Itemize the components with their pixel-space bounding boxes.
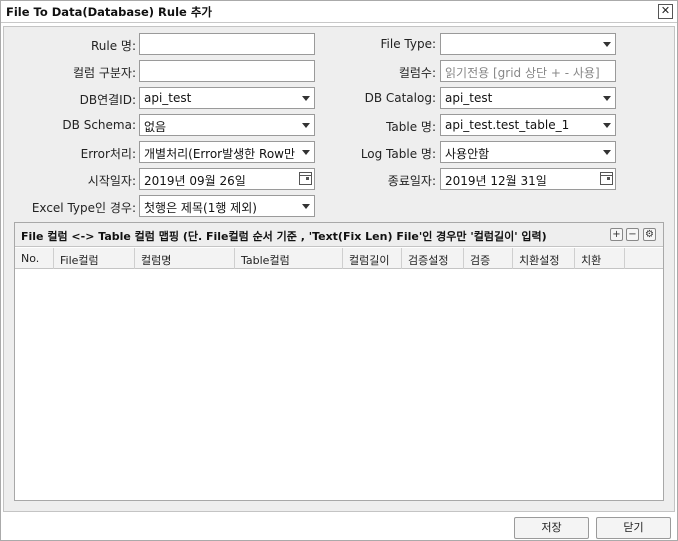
- end-date-label: 종료일자:: [387, 174, 436, 188]
- close-icon[interactable]: ✕: [658, 4, 673, 19]
- chevron-down-icon[interactable]: [599, 142, 615, 162]
- db-schema-label: DB Schema:: [62, 118, 136, 132]
- start-date-value: 2019년 09월 26일: [144, 174, 246, 188]
- excel-type-label: Excel Type인 경우:: [31, 201, 136, 215]
- db-connection-select[interactable]: api_test: [139, 87, 315, 109]
- dialog-body: Rule 명: 컬럼 구분자: DB연결ID: api_test DB Sche…: [3, 26, 675, 512]
- log-table-value: 사용안함: [445, 147, 490, 161]
- column-header-file-column[interactable]: File컬럼: [54, 248, 135, 269]
- column-count-label: 컬럼수:: [398, 66, 436, 80]
- log-table-select[interactable]: 사용안함: [440, 141, 616, 163]
- column-header-replace[interactable]: 치환: [575, 248, 625, 269]
- column-header-column-name[interactable]: 컬럼명: [135, 248, 235, 269]
- db-catalog-label: DB Catalog:: [364, 91, 436, 105]
- column-delimiter-input[interactable]: [139, 60, 315, 82]
- rule-name-input[interactable]: [139, 33, 315, 55]
- table-name-value: api_test.test_table_1: [445, 118, 570, 132]
- error-handling-select[interactable]: 개별처리(Error발생한 Row만 S: [139, 141, 315, 163]
- excel-type-value: 첫행은 제목(1행 제외): [144, 201, 257, 215]
- column-header-no[interactable]: No.: [15, 248, 54, 269]
- log-table-label: Log Table 명:: [360, 147, 436, 161]
- end-date-value: 2019년 12월 31일: [445, 174, 547, 188]
- settings-icon[interactable]: ⚙: [643, 228, 656, 241]
- db-catalog-value: api_test: [445, 91, 493, 105]
- column-count-field: 읽기전용 [grid 상단 + - 사용]: [440, 60, 616, 82]
- rule-dialog: File To Data(Database) Rule 추가 ✕ Rule 명:…: [0, 0, 678, 541]
- end-date-input[interactable]: 2019년 12월 31일: [440, 168, 616, 190]
- calendar-icon[interactable]: [600, 172, 613, 185]
- error-handling-label: Error처리:: [80, 147, 136, 161]
- rule-name-label: Rule 명:: [90, 39, 136, 53]
- column-header-table-column[interactable]: Table컬럼: [235, 248, 343, 269]
- table-name-label: Table 명:: [386, 120, 436, 134]
- column-header-validation[interactable]: 검증: [464, 248, 513, 269]
- chevron-down-icon[interactable]: [599, 115, 615, 135]
- column-header-column-length[interactable]: 컬럼길이: [343, 248, 402, 269]
- remove-row-icon[interactable]: −: [626, 228, 639, 241]
- db-connection-value: api_test: [144, 91, 192, 105]
- db-connection-label: DB연결ID:: [79, 93, 136, 107]
- excel-type-select[interactable]: 첫행은 제목(1행 제외): [139, 195, 315, 217]
- start-date-label: 시작일자:: [87, 174, 136, 188]
- mapping-panel-header: File 컬럼 <-> Table 컬럼 맵핑 (단. File컬럼 순서 기준…: [15, 223, 663, 247]
- save-button[interactable]: 저장: [514, 517, 589, 539]
- db-schema-value: 없음: [144, 120, 167, 134]
- file-type-label: File Type:: [380, 37, 437, 51]
- table-name-select[interactable]: api_test.test_table_1: [440, 114, 616, 136]
- db-catalog-select[interactable]: api_test: [440, 87, 616, 109]
- column-delimiter-label: 컬럼 구분자:: [72, 66, 136, 80]
- column-header-replace-setting[interactable]: 치환설정: [513, 248, 575, 269]
- db-schema-select[interactable]: 없음: [139, 114, 315, 136]
- title-bar: File To Data(Database) Rule 추가 ✕: [1, 1, 677, 23]
- mapping-panel-title: File 컬럼 <-> Table 컬럼 맵핑 (단. File컬럼 순서 기준…: [21, 230, 547, 243]
- mapping-grid-header: No. File컬럼 컬럼명 Table컬럼 컬럼길이 검증설정 검증 치환설정…: [15, 248, 663, 269]
- mapping-panel: File 컬럼 <-> Table 컬럼 맵핑 (단. File컬럼 순서 기준…: [14, 222, 664, 501]
- start-date-input[interactable]: 2019년 09월 26일: [139, 168, 315, 190]
- add-row-icon[interactable]: +: [610, 228, 623, 241]
- chevron-down-icon[interactable]: [298, 196, 314, 216]
- dialog-title: File To Data(Database) Rule 추가: [6, 5, 212, 19]
- file-type-select[interactable]: [440, 33, 616, 55]
- error-handling-value: 개별처리(Error발생한 Row만 S: [144, 147, 307, 161]
- chevron-down-icon[interactable]: [599, 34, 615, 54]
- column-header-validation-setting[interactable]: 검증설정: [402, 248, 464, 269]
- close-button[interactable]: 닫기: [596, 517, 671, 539]
- chevron-down-icon[interactable]: [599, 88, 615, 108]
